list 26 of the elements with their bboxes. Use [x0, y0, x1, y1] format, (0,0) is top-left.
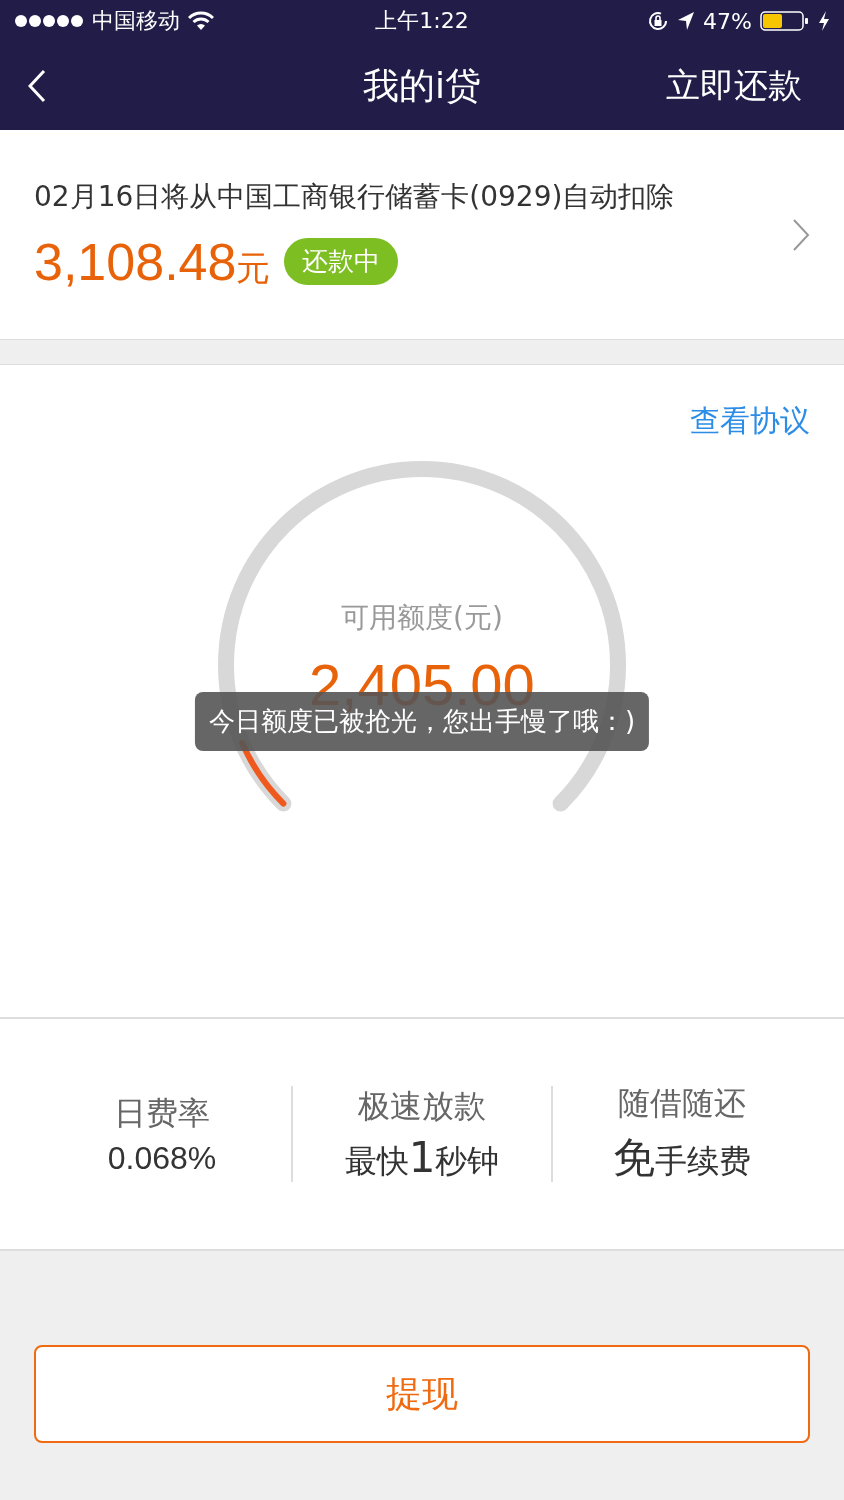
- battery-percent: 47%: [703, 8, 752, 34]
- rotation-lock-icon: [647, 10, 670, 32]
- available-credit-label: 可用额度(元): [341, 600, 503, 636]
- feature-title: 极速放款: [358, 1085, 486, 1127]
- withdraw-button[interactable]: 提现: [34, 1345, 810, 1443]
- charging-icon: [818, 10, 830, 32]
- view-agreement-link[interactable]: 查看协议: [690, 401, 810, 445]
- feature-title: 随借随还: [618, 1083, 746, 1124]
- repayment-amount: 3,108.48: [34, 231, 237, 292]
- carrier-name: 中国移动: [92, 7, 180, 35]
- wifi-icon: [188, 11, 214, 31]
- feature-value: 0.068%: [107, 1139, 217, 1177]
- feature-title: 日费率: [114, 1092, 210, 1134]
- page-title: 我的i贷: [363, 63, 481, 108]
- chevron-right-icon[interactable]: [792, 217, 810, 252]
- status-time: 上午1:22: [375, 7, 469, 35]
- signal-icon: [14, 14, 84, 28]
- feature-value: 最快1秒钟: [344, 1132, 500, 1184]
- status-badge: 还款中: [284, 238, 399, 285]
- back-button[interactable]: [28, 69, 46, 103]
- currency-unit: 元: [236, 246, 271, 290]
- location-arrow-icon: [677, 11, 696, 31]
- battery-icon: [760, 10, 810, 32]
- autodebit-notice: 02月16日将从中国工商银行储蓄卡(0929)自动扣除: [34, 178, 676, 215]
- repay-now-button[interactable]: 立即还款: [666, 63, 816, 109]
- feature-value: 免手续费: [613, 1132, 751, 1184]
